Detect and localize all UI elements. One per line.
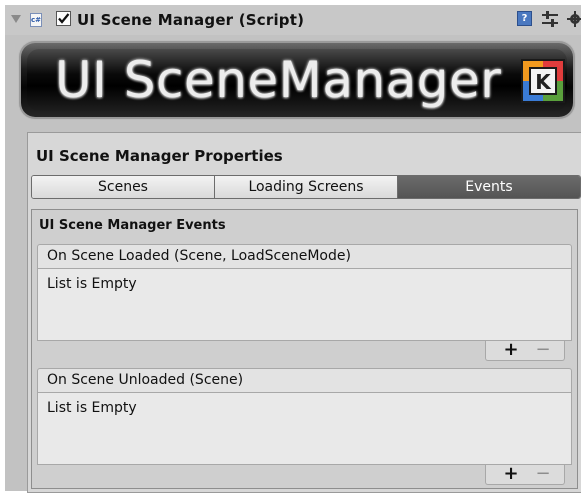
event-list-empty-label: List is Empty [47, 400, 137, 416]
tab-scenes[interactable]: Scenes [32, 176, 215, 198]
event-list-on-scene-unloaded: List is Empty [37, 393, 572, 465]
tab-loading-screens[interactable]: Loading Screens [215, 176, 398, 198]
event-list-empty-label: List is Empty [47, 276, 137, 292]
event-header-on-scene-unloaded: On Scene Unloaded (Scene) [37, 368, 572, 393]
component-title: UI Scene Manager (Script) [77, 11, 305, 29]
k-logo-icon: K [521, 59, 565, 103]
csharp-script-icon: c# [30, 13, 42, 27]
banner-title: UI SceneManager [55, 51, 502, 109]
component-header: c# UI Scene Manager (Script) ? [5, 5, 581, 35]
events-section: UI Scene Manager Events On Scene Loaded … [31, 209, 578, 489]
gear-icon[interactable] [566, 10, 581, 28]
checkmark-icon [58, 13, 70, 24]
foldout-arrow-icon[interactable] [11, 15, 21, 23]
event-list-on-scene-loaded: List is Empty [37, 269, 572, 341]
remove-listener-button[interactable]: − [534, 341, 552, 359]
preset-sliders-icon[interactable] [541, 11, 559, 27]
event-footer-on-scene-loaded: + − [485, 341, 565, 361]
add-listener-button[interactable]: + [502, 465, 520, 483]
properties-title: UI Scene Manager Properties [36, 147, 283, 165]
logo-letter: K [535, 70, 552, 94]
remove-listener-button[interactable]: − [534, 465, 552, 483]
add-listener-button[interactable]: + [502, 341, 520, 359]
properties-box: UI Scene Manager Properties Scenes Loadi… [27, 132, 581, 493]
tab-bar: Scenes Loading Screens Events [31, 175, 581, 199]
help-icon[interactable]: ? [517, 11, 532, 26]
inspector-panel: c# UI Scene Manager (Script) ? UI SceneM… [5, 5, 581, 493]
event-footer-on-scene-unloaded: + − [485, 465, 565, 485]
ui-scene-manager-banner: UI SceneManager K [21, 43, 573, 117]
component-enabled-checkbox[interactable] [56, 11, 71, 26]
events-title: UI Scene Manager Events [39, 218, 226, 233]
event-header-on-scene-loaded: On Scene Loaded (Scene, LoadSceneMode) [37, 244, 572, 269]
tab-events[interactable]: Events [398, 176, 580, 198]
